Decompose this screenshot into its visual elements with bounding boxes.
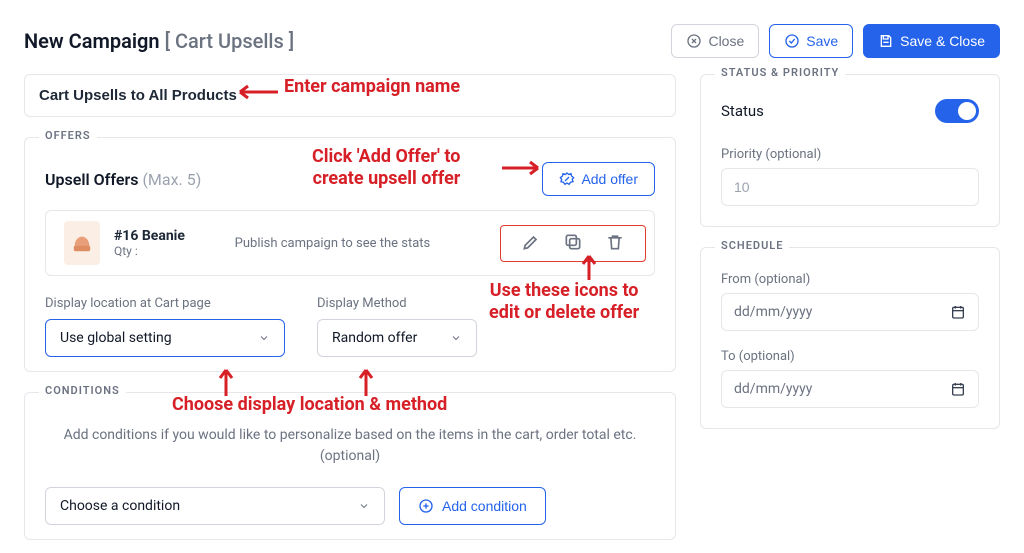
- edit-offer-button[interactable]: [521, 232, 541, 255]
- offer-actions: [500, 225, 646, 262]
- from-date-input[interactable]: dd/mm/yyyy: [721, 293, 979, 331]
- conditions-desc: Add conditions if you would like to pers…: [45, 425, 655, 467]
- chevron-down-icon: [450, 332, 462, 344]
- discount-icon: [559, 171, 575, 187]
- schedule-section: SCHEDULE From (optional) dd/mm/yyyy To (…: [700, 247, 1000, 429]
- display-location-label: Display location at Cart page: [45, 296, 285, 311]
- priority-label: Priority (optional): [721, 147, 979, 162]
- chevron-down-icon: [358, 500, 370, 512]
- save-icon: [878, 33, 894, 49]
- duplicate-offer-button[interactable]: [563, 232, 583, 255]
- delete-offer-button[interactable]: [605, 232, 625, 255]
- copy-icon: [563, 232, 583, 252]
- trash-icon: [605, 232, 625, 252]
- conditions-legend: CONDITIONS: [39, 384, 126, 397]
- offers-title: Upsell Offers (Max. 5): [45, 170, 201, 189]
- stats-placeholder: Publish campaign to see the stats: [199, 236, 466, 251]
- offers-legend: OFFERS: [39, 129, 97, 142]
- condition-select[interactable]: Choose a condition: [45, 487, 385, 525]
- display-location-select[interactable]: Use global setting: [45, 319, 285, 357]
- beanie-icon: [71, 229, 93, 257]
- calendar-icon: [950, 304, 966, 320]
- pencil-icon: [521, 232, 541, 252]
- close-button[interactable]: Close: [671, 24, 759, 58]
- save-close-button[interactable]: Save & Close: [863, 24, 1000, 58]
- page-title: New Campaign [ Cart Upsells ]: [24, 29, 294, 53]
- status-section: STATUS & PRIORITY Status Priority (optio…: [700, 74, 1000, 227]
- chevron-down-icon: [258, 332, 270, 344]
- product-image: [64, 221, 100, 265]
- conditions-section: CONDITIONS Add conditions if you would l…: [24, 392, 676, 540]
- from-label: From (optional): [721, 272, 979, 287]
- to-date-input[interactable]: dd/mm/yyyy: [721, 370, 979, 408]
- campaign-name-input[interactable]: [24, 74, 676, 117]
- status-legend: STATUS & PRIORITY: [715, 66, 845, 79]
- close-icon: [686, 33, 702, 49]
- product-qty: Qty :: [114, 244, 185, 258]
- offer-card: #16 Beanie Qty : Publish campaign to see…: [45, 210, 655, 276]
- check-circle-icon: [784, 33, 800, 49]
- add-condition-button[interactable]: Add condition: [399, 487, 546, 525]
- status-toggle[interactable]: [935, 99, 979, 123]
- product-name: #16 Beanie: [114, 228, 185, 244]
- add-offer-button[interactable]: Add offer: [542, 162, 655, 196]
- priority-input[interactable]: [721, 168, 979, 206]
- status-label: Status: [721, 102, 764, 120]
- to-label: To (optional): [721, 349, 979, 364]
- display-method-label: Display Method: [317, 296, 477, 311]
- calendar-icon: [950, 381, 966, 397]
- schedule-legend: SCHEDULE: [715, 239, 789, 252]
- offers-section: OFFERS Upsell Offers (Max. 5) Add offer: [24, 137, 676, 372]
- display-method-select[interactable]: Random offer: [317, 319, 477, 357]
- plus-circle-icon: [418, 498, 434, 514]
- save-button[interactable]: Save: [769, 24, 853, 58]
